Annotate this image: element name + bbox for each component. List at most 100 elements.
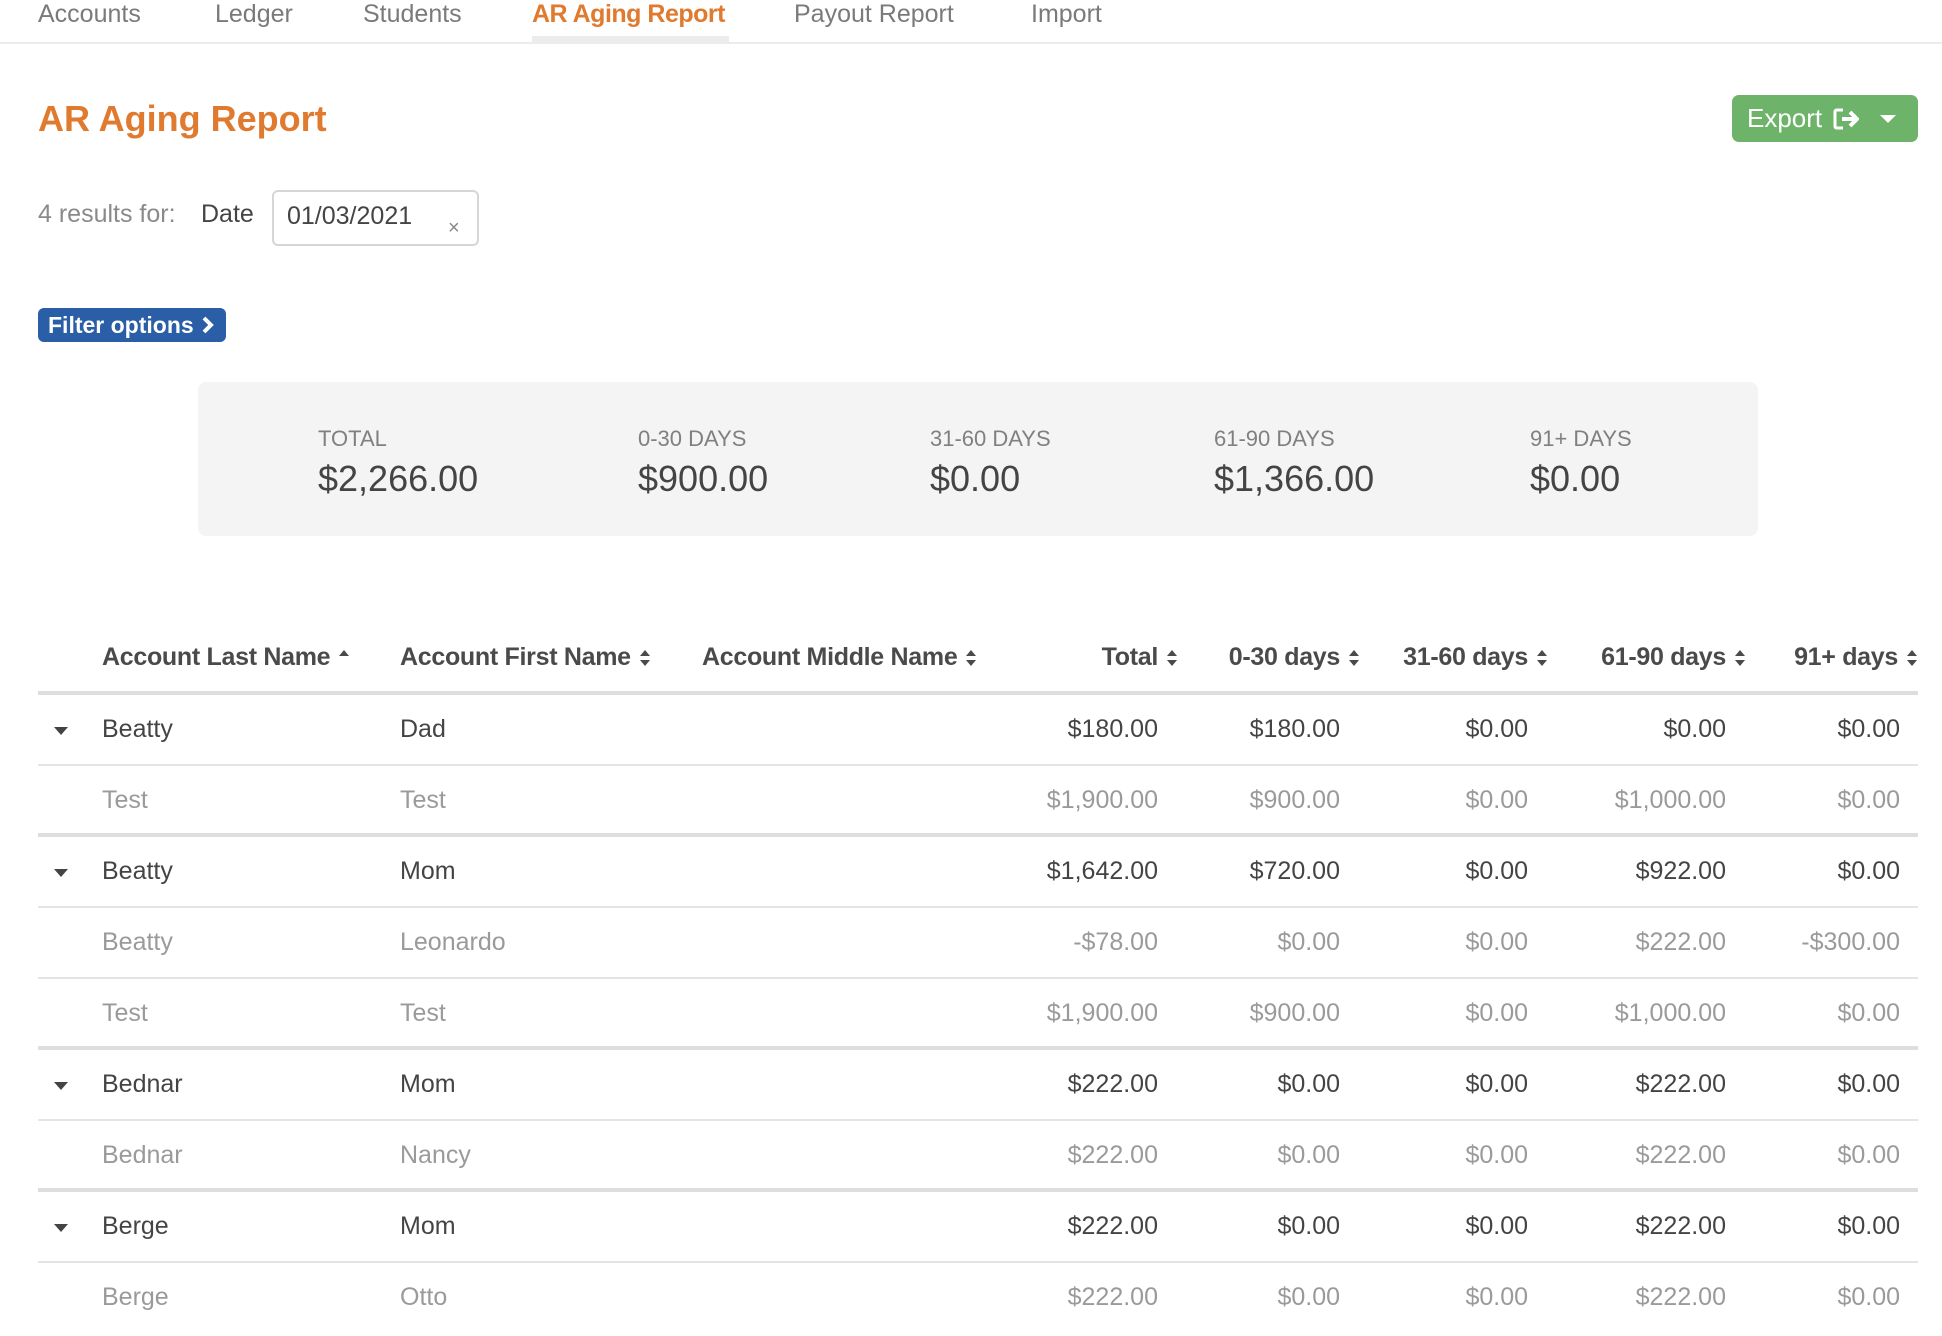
cell-61-90-days: $222.00 <box>1635 1141 1726 1169</box>
nav-tab-import[interactable]: Import <box>1031 0 1102 38</box>
cell-total: $1,900.00 <box>1046 786 1158 814</box>
cell-total: $1,900.00 <box>1046 999 1158 1027</box>
column-header-31-60-days[interactable]: 31-60 days <box>1403 643 1548 672</box>
expand-toggle-icon[interactable] <box>54 1082 68 1090</box>
cell-last-name: Beatty <box>102 928 173 956</box>
summary-0-30-days: 0-30 DAYS $900.00 <box>638 426 768 500</box>
expand-toggle-icon[interactable] <box>54 727 68 735</box>
cell-31-60-days: $0.00 <box>1465 786 1528 814</box>
cell-61-90-days: $1,000.00 <box>1614 999 1726 1027</box>
summary-31-60-days: 31-60 DAYS $0.00 <box>930 426 1051 500</box>
cell-total: $222.00 <box>1067 1212 1158 1240</box>
expand-toggle-icon[interactable] <box>54 1224 68 1232</box>
student-row: Berge Otto $222.00 $0.00 $0.00 $222.00 $0.00 <box>38 1263 1918 1334</box>
student-row: Test Test $1,900.00 $900.00 $0.00 $1,000.00 $0… <box>38 979 1918 1050</box>
cell-last-name: Test <box>102 999 148 1027</box>
summary-label: 0-30 DAYS <box>638 426 747 451</box>
summary-value: $2,266.00 <box>318 458 479 499</box>
cell-91-plus-days: $0.00 <box>1837 1070 1900 1098</box>
summary-value: $0.00 <box>930 458 1021 499</box>
table-body: Beatty Dad $180.00 $180.00 $0.00 $0.00 $0.00 Te… <box>38 695 1918 1334</box>
cell-0-30-days: $720.00 <box>1249 857 1340 885</box>
nav-tab-ledger[interactable]: Ledger <box>215 0 293 38</box>
sort-icon <box>1907 649 1917 666</box>
export-button[interactable]: Export <box>1732 95 1918 142</box>
nav-tab-ar-aging-report[interactable]: AR Aging Report <box>532 0 729 44</box>
cell-91-plus-days: $0.00 <box>1837 1212 1900 1240</box>
cell-91-plus-days: -$300.00 <box>1801 928 1900 956</box>
cell-last-name: Bednar <box>102 1141 183 1169</box>
summary-label: TOTAL <box>318 426 387 451</box>
cell-first-name: Dad <box>400 715 446 743</box>
cell-31-60-days: $0.00 <box>1465 857 1528 885</box>
date-filter-label: Date <box>201 200 254 228</box>
cell-31-60-days: $0.00 <box>1465 1070 1528 1098</box>
cell-total: -$78.00 <box>1073 928 1158 956</box>
cell-31-60-days: $0.00 <box>1465 1283 1528 1311</box>
sort-icon <box>966 649 977 666</box>
expand-toggle-icon[interactable] <box>54 869 68 877</box>
cell-61-90-days: $0.00 <box>1663 715 1726 743</box>
cell-last-name: Berge <box>102 1212 169 1240</box>
nav-tab-payout-report[interactable]: Payout Report <box>794 0 954 38</box>
date-filter-field[interactable]: × <box>272 190 479 246</box>
column-header-first-name[interactable]: Account First Name <box>400 643 651 672</box>
cell-91-plus-days: $0.00 <box>1837 1141 1900 1169</box>
cell-61-90-days: $222.00 <box>1635 1212 1726 1240</box>
cell-91-plus-days: $0.00 <box>1837 999 1900 1027</box>
nav-tab-students[interactable]: Students <box>363 0 462 38</box>
clear-date-icon[interactable]: × <box>448 218 460 238</box>
student-row: Bednar Nancy $222.00 $0.00 $0.00 $222.00 $0.00 <box>38 1121 1918 1192</box>
cell-first-name: Nancy <box>400 1141 471 1169</box>
chevron-right-icon <box>202 316 214 334</box>
cell-31-60-days: $0.00 <box>1465 1212 1528 1240</box>
column-header-total[interactable]: Total <box>1102 643 1178 672</box>
column-header-label: Total <box>1101 643 1159 671</box>
sort-icon <box>1537 649 1547 666</box>
column-header-61-90-days[interactable]: 61-90 days <box>1601 643 1746 672</box>
cell-31-60-days: $0.00 <box>1465 1141 1528 1169</box>
account-row[interactable]: Beatty Dad $180.00 $180.00 $0.00 $0.00 $0.00 <box>38 695 1918 766</box>
account-row[interactable]: Bednar Mom $222.00 $0.00 $0.00 $222.00 $0.00 <box>38 1050 1918 1121</box>
cell-61-90-days: $222.00 <box>1635 1283 1726 1311</box>
filter-options-button[interactable]: Filter options <box>38 308 226 342</box>
cell-91-plus-days: $0.00 <box>1837 857 1900 885</box>
nav-tab-accounts[interactable]: Accounts <box>38 0 141 38</box>
date-input[interactable] <box>287 202 447 231</box>
column-header-0-30-days[interactable]: 0-30 days <box>1229 643 1360 672</box>
cell-0-30-days: $0.00 <box>1277 928 1340 956</box>
summary-61-90-days: 61-90 DAYS $1,366.00 <box>1214 426 1374 500</box>
cell-last-name: Beatty <box>102 715 173 743</box>
summary-value: $1,366.00 <box>1214 458 1375 499</box>
cell-last-name: Berge <box>102 1283 169 1311</box>
column-header-label: 61-90 days <box>1601 643 1726 671</box>
summary-label: 61-90 DAYS <box>1214 426 1335 451</box>
chevron-down-icon <box>1880 114 1897 123</box>
column-header-last-name[interactable]: Account Last Name <box>102 643 350 672</box>
cell-91-plus-days: $0.00 <box>1837 1283 1900 1311</box>
column-header-91-plus-days[interactable]: 91+ days <box>1794 643 1918 672</box>
cell-total: $222.00 <box>1067 1283 1158 1311</box>
account-row[interactable]: Beatty Mom $1,642.00 $720.00 $0.00 $922.00 $0.… <box>38 837 1918 908</box>
cell-0-30-days: $900.00 <box>1249 999 1340 1027</box>
cell-91-plus-days: $0.00 <box>1837 786 1900 814</box>
cell-first-name: Mom <box>400 1212 456 1240</box>
column-header-label: 91+ days <box>1794 643 1898 671</box>
summary-panel: TOTAL $2,266.00 0-30 DAYS $900.00 31-60 … <box>198 382 1758 536</box>
sort-icon <box>639 649 650 666</box>
page-title: AR Aging Report <box>38 98 327 139</box>
cell-61-90-days: $222.00 <box>1635 1070 1726 1098</box>
student-row: Beatty Leonardo -$78.00 $0.00 $0.00 $222.00 -$… <box>38 908 1918 979</box>
cell-total: $180.00 <box>1067 715 1158 743</box>
cell-last-name: Bednar <box>102 1070 183 1098</box>
cell-91-plus-days: $0.00 <box>1837 715 1900 743</box>
cell-61-90-days: $922.00 <box>1635 857 1726 885</box>
cell-last-name: Test <box>102 786 148 814</box>
summary-label: 31-60 DAYS <box>930 426 1051 451</box>
student-row: Test Test $1,900.00 $900.00 $0.00 $1,000.00 $0… <box>38 766 1918 837</box>
account-row[interactable]: Berge Mom $222.00 $0.00 $0.00 $222.00 $0.00 <box>38 1192 1918 1263</box>
cell-first-name: Test <box>400 786 446 814</box>
cell-31-60-days: $0.00 <box>1465 928 1528 956</box>
ar-aging-table: Account Last Name Account First Name Acc… <box>38 625 1918 1334</box>
column-header-middle-name[interactable]: Account Middle Name <box>702 643 977 672</box>
